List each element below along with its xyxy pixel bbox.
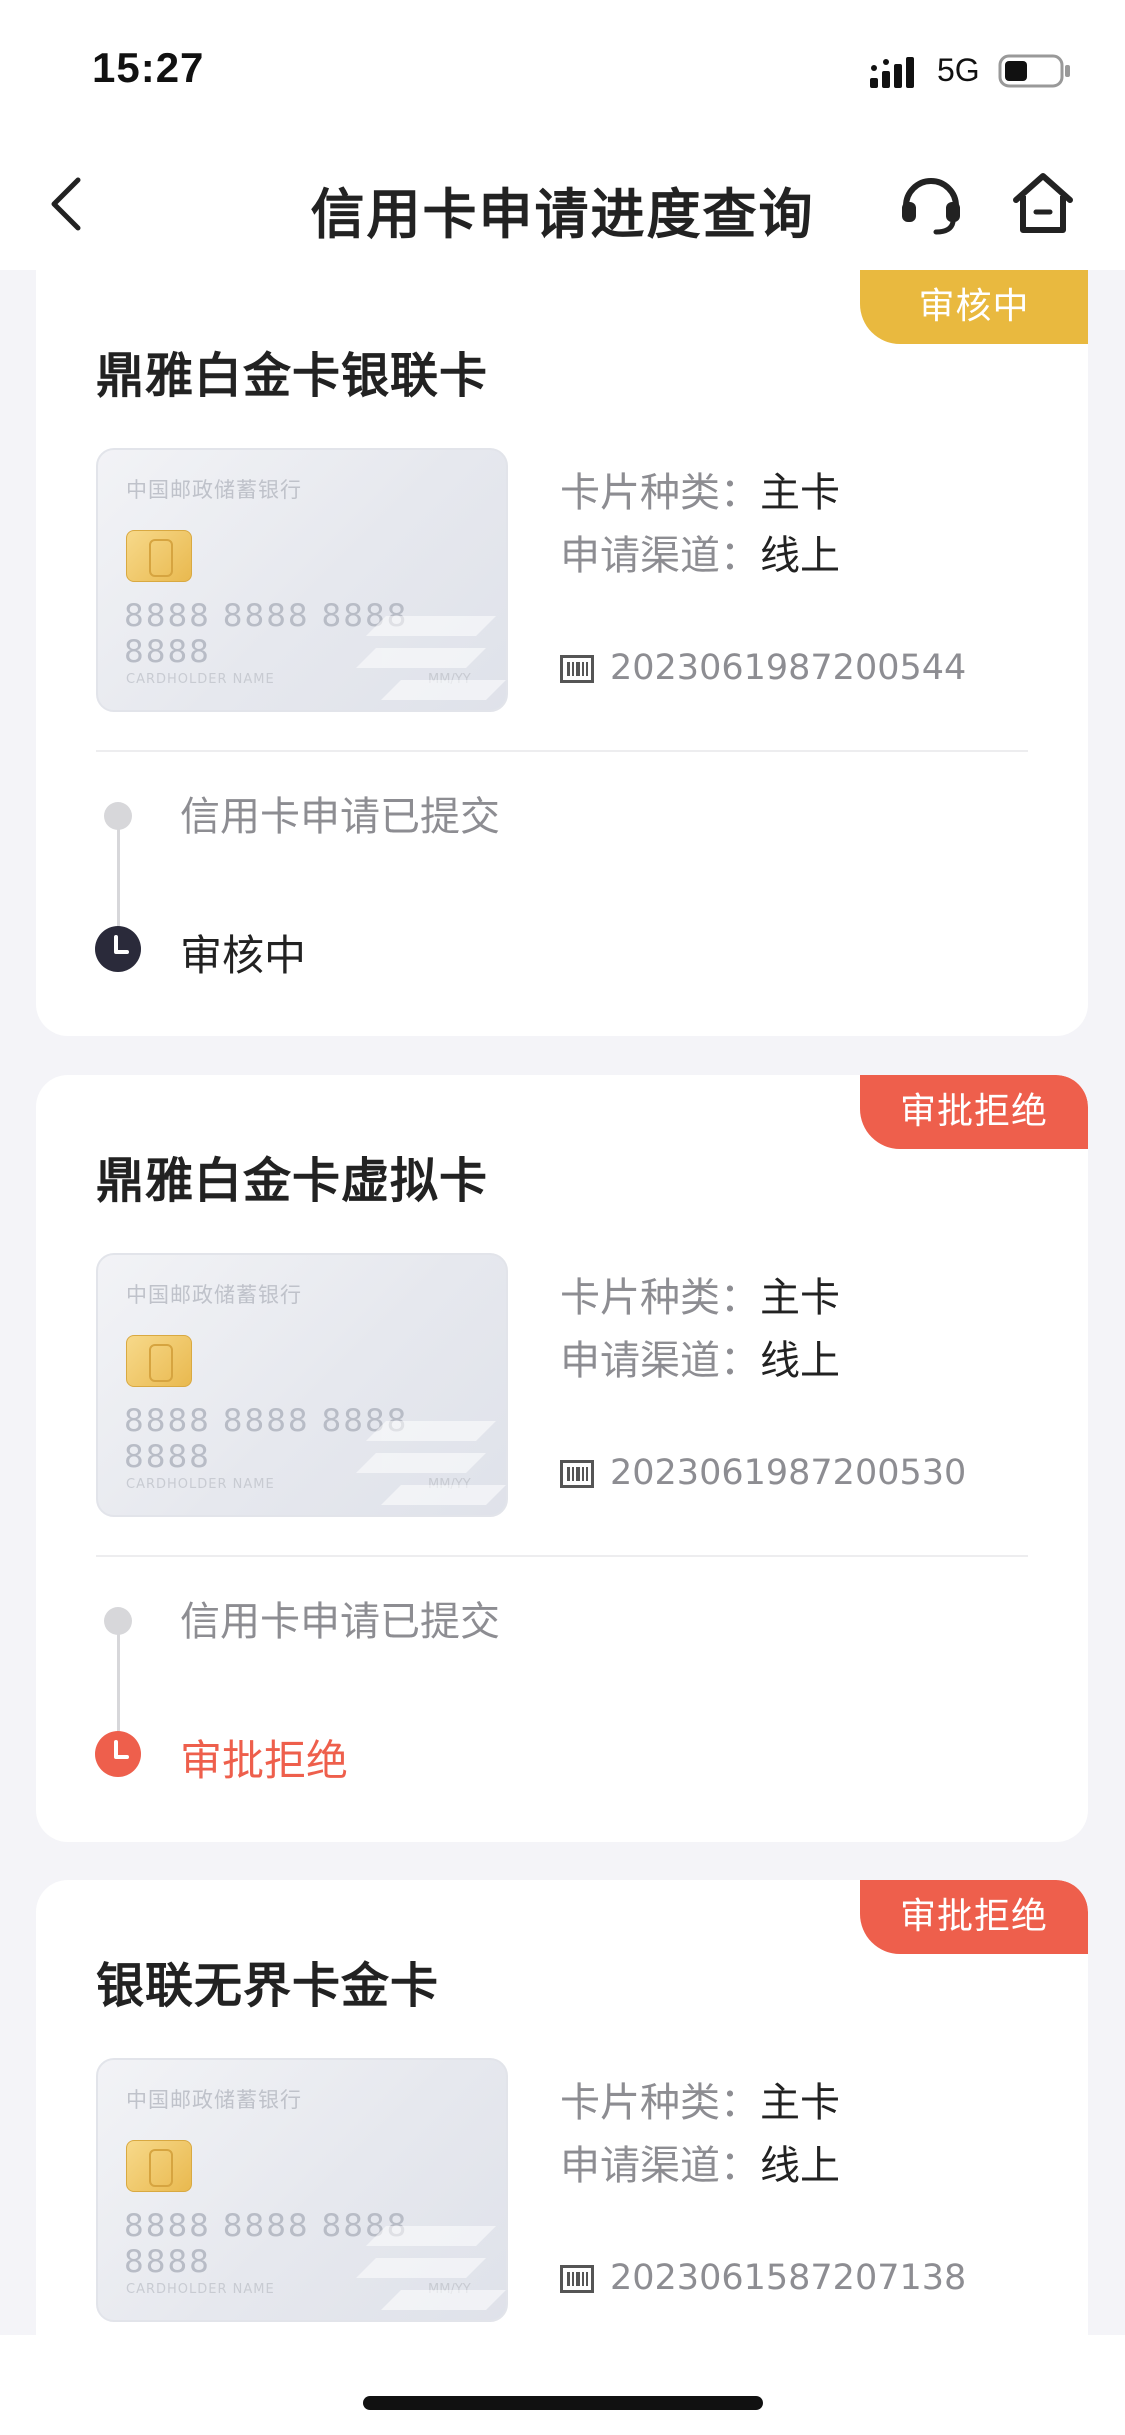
- timeline-dot: [104, 802, 132, 830]
- customer-service-button[interactable]: [896, 168, 966, 238]
- channel-row: 申请渠道：线上: [560, 1328, 840, 1386]
- application-card[interactable]: 审核中 鼎雅白金卡银联卡 中国邮政储蓄银行 8888 8888 8888 888…: [36, 270, 1088, 1036]
- card-image: 中国邮政储蓄银行 8888 8888 8888 8888 CARDHOLDER …: [96, 1253, 508, 1517]
- barcode-icon: [560, 1460, 594, 1488]
- timeline-connector: [117, 1623, 120, 1735]
- divider: [96, 750, 1028, 752]
- card-image: 中国邮政储蓄银行 8888 8888 8888 8888 CARDHOLDER …: [96, 448, 508, 712]
- network-label: 5G: [937, 52, 980, 88]
- clock-icon: [95, 1731, 141, 1777]
- home-button[interactable]: [1008, 168, 1078, 238]
- application-number-row: 2023061987200544: [560, 648, 966, 688]
- bank-logo-watermark-icon: [356, 616, 506, 700]
- card-type-value: 主卡: [760, 470, 840, 516]
- application-number-row: 2023061987200530: [560, 1453, 966, 1493]
- card-bank-name: 中国邮政储蓄银行: [126, 478, 302, 502]
- card-bank-name: 中国邮政储蓄银行: [126, 2088, 302, 2112]
- card-bank-name: 中国邮政储蓄银行: [126, 1283, 302, 1307]
- headset-icon: [902, 178, 960, 235]
- card-type-row: 卡片种类：主卡: [560, 1265, 840, 1323]
- card-type-label: 卡片种类：: [560, 2080, 760, 2126]
- channel-row: 申请渠道：线上: [560, 2133, 840, 2191]
- status-badge: 审批拒绝: [860, 1075, 1088, 1149]
- channel-label: 申请渠道：: [560, 533, 760, 579]
- card-type-value: 主卡: [760, 1275, 840, 1321]
- bottom-safe-area: [0, 2335, 1125, 2435]
- status-time: 15:27: [92, 44, 205, 91]
- card-chip-icon: [126, 1335, 192, 1387]
- channel-value: 线上: [760, 533, 840, 579]
- application-card[interactable]: 审批拒绝 鼎雅白金卡虚拟卡 中国邮政储蓄银行 8888 8888 8888 88…: [36, 1075, 1088, 1842]
- application-number: 2023061987200544: [610, 648, 967, 688]
- timeline-step-current: 审核中: [180, 931, 307, 980]
- application-number: 2023061587207138: [610, 2258, 967, 2298]
- timeline-step-submitted: 信用卡申请已提交: [180, 1599, 500, 1645]
- channel-row: 申请渠道：线上: [560, 523, 840, 581]
- card-product-name: 鼎雅白金卡虚拟卡: [96, 1153, 489, 1209]
- application-number: 2023061987200530: [610, 1453, 967, 1493]
- card-type-row: 卡片种类：主卡: [560, 2070, 840, 2128]
- card-type-row: 卡片种类：主卡: [560, 460, 840, 518]
- channel-value: 线上: [760, 1338, 840, 1384]
- status-badge: 审批拒绝: [860, 1880, 1088, 1954]
- divider: [96, 1555, 1028, 1557]
- status-badge: 审核中: [860, 270, 1088, 344]
- home-icon: [1013, 173, 1073, 233]
- application-number-row: 2023061587207138: [560, 2258, 966, 2298]
- card-holder: CARDHOLDER NAME: [126, 1477, 275, 1492]
- home-indicator[interactable]: [363, 2396, 763, 2410]
- card-chip-icon: [126, 530, 192, 582]
- card-holder: CARDHOLDER NAME: [126, 2282, 275, 2297]
- application-card[interactable]: 审批拒绝 银联无界卡金卡 中国邮政储蓄银行 8888 8888 8888 888…: [36, 1880, 1088, 2340]
- card-holder: CARDHOLDER NAME: [126, 672, 275, 687]
- card-type-label: 卡片种类：: [560, 1275, 760, 1321]
- card-product-name: 银联无界卡金卡: [96, 1958, 440, 2014]
- card-product-name: 鼎雅白金卡银联卡: [96, 348, 489, 404]
- channel-label: 申请渠道：: [560, 2143, 760, 2189]
- barcode-icon: [560, 655, 594, 683]
- bank-logo-watermark-icon: [356, 2226, 506, 2310]
- card-type-value: 主卡: [760, 2080, 840, 2126]
- status-bar: 15:27 5G: [0, 0, 1125, 140]
- channel-label: 申请渠道：: [560, 1338, 760, 1384]
- timeline-connector: [117, 818, 120, 930]
- channel-value: 线上: [760, 2143, 840, 2189]
- signal-bars-icon: [870, 57, 914, 88]
- timeline-step-submitted: 信用卡申请已提交: [180, 794, 500, 840]
- nav-bar: 信用卡申请进度查询: [0, 140, 1125, 270]
- battery-icon: [998, 54, 1070, 88]
- timeline-step-current: 审批拒绝: [180, 1736, 349, 1785]
- card-type-label: 卡片种类：: [560, 470, 760, 516]
- timeline-dot: [104, 1607, 132, 1635]
- barcode-icon: [560, 2265, 594, 2293]
- card-image: 中国邮政储蓄银行 8888 8888 8888 8888 CARDHOLDER …: [96, 2058, 508, 2322]
- card-chip-icon: [126, 2140, 192, 2192]
- clock-icon: [95, 926, 141, 972]
- bank-logo-watermark-icon: [356, 1421, 506, 1505]
